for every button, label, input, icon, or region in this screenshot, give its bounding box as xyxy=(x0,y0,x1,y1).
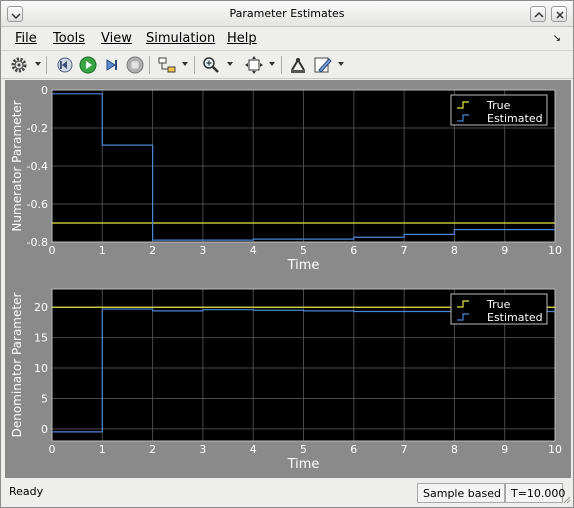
y-tick-label: -0.4 xyxy=(27,160,48,173)
y-tick-label: 0 xyxy=(41,423,48,436)
x-tick-label: 0 xyxy=(49,443,56,456)
style-icon xyxy=(314,57,332,73)
run-icon xyxy=(79,56,97,74)
step-forward-button[interactable] xyxy=(102,55,122,75)
close-button[interactable] xyxy=(551,6,567,22)
x-tick-label: 5 xyxy=(300,443,307,456)
highlight-block-button[interactable] xyxy=(157,55,177,75)
x-tick-label: 3 xyxy=(199,443,206,456)
undock-icon[interactable]: ↘ xyxy=(553,33,561,44)
status-bar: Ready Sample based T=10.000 xyxy=(1,480,573,506)
window-title: Parameter Estimates xyxy=(229,7,345,20)
menu-simulation[interactable]: Simulation xyxy=(146,31,215,46)
toolbar-separator xyxy=(194,56,195,74)
x-tick-label: 8 xyxy=(451,443,458,456)
y-tick-label: -0.8 xyxy=(27,236,48,249)
x-tick-label: 3 xyxy=(199,244,206,257)
status-mode: Sample based xyxy=(417,483,505,503)
x-tick-label: 0 xyxy=(49,244,56,257)
y-tick-label: 10 xyxy=(34,362,48,375)
highlight-block-icon xyxy=(158,57,176,73)
menu-view-label: View xyxy=(101,31,132,46)
scope-properties-button[interactable] xyxy=(289,55,309,75)
legend-label: True xyxy=(486,99,511,112)
maximize-button[interactable] xyxy=(530,6,546,22)
menu-tools[interactable]: Tools xyxy=(53,31,85,46)
x-tick-label: 10 xyxy=(548,244,562,257)
autoscale-icon xyxy=(245,56,263,74)
app-window: Parameter Estimates File Tools View Simu… xyxy=(0,0,574,508)
menu-simulation-label: Simulation xyxy=(146,31,216,46)
x-tick-label: 1 xyxy=(99,244,106,257)
highlight-dropdown-arrow[interactable] xyxy=(182,62,188,66)
toolbar-separator xyxy=(281,56,282,74)
scope-figure: 0 1 2 3 4 5 6 7 8 9 10 0 -0.2 -0.4 -0.6 -0.8 Time Numerat… xyxy=(5,80,571,478)
style-dropdown-arrow[interactable] xyxy=(338,62,344,66)
x-tick-label: 4 xyxy=(250,443,257,456)
x-tick-label: 9 xyxy=(501,443,508,456)
stop-button[interactable] xyxy=(125,55,145,75)
settings-button[interactable] xyxy=(9,55,29,75)
toolbar-separator xyxy=(46,56,47,74)
scope-plots: 0 1 2 3 4 5 6 7 8 9 100-0.2-0.4-0.6-0.8TimeNumerat… xyxy=(10,84,562,472)
x-tick-label: 9 xyxy=(501,244,508,257)
menu-help[interactable]: Help xyxy=(227,31,257,46)
scope-properties-icon xyxy=(291,58,305,73)
title-bar: Parameter Estimates xyxy=(1,1,573,27)
x-tick-label: 5 xyxy=(300,244,307,257)
toolbar xyxy=(1,51,573,79)
resize-grip-icon[interactable] xyxy=(563,496,571,504)
close-icon xyxy=(556,11,564,19)
menu-file[interactable]: File xyxy=(15,31,37,46)
menu-bar: File Tools View Simulation Help ↘ xyxy=(1,27,573,51)
x-tick-label: 6 xyxy=(350,244,357,257)
x-tick-label: 2 xyxy=(149,244,156,257)
legend-label: Estimated xyxy=(487,112,543,125)
toolbar-separator xyxy=(149,56,150,74)
autoscale-dropdown-arrow[interactable] xyxy=(269,62,275,66)
menu-help-label: Help xyxy=(227,31,257,46)
autoscale-button[interactable] xyxy=(244,55,264,75)
menu-tools-label: Tools xyxy=(53,31,86,46)
zoom-button[interactable] xyxy=(201,55,221,75)
menu-file-label: File xyxy=(15,31,37,46)
settings-dropdown-arrow[interactable] xyxy=(35,62,41,66)
legend-label: True xyxy=(486,298,511,311)
y-tick-label: 5 xyxy=(41,392,48,405)
run-button[interactable] xyxy=(78,55,98,75)
stop-icon xyxy=(126,56,144,74)
zoom-dropdown-arrow[interactable] xyxy=(227,62,233,66)
style-button[interactable] xyxy=(313,55,333,75)
status-text: Ready xyxy=(9,485,44,498)
y-axis-label: Denominator Parameter xyxy=(10,293,24,438)
step-forward-icon xyxy=(106,59,117,71)
x-tick-label: 2 xyxy=(149,443,156,456)
y-tick-label: 0 xyxy=(41,84,48,97)
gear-icon xyxy=(11,57,27,73)
status-time: T=10.000 xyxy=(505,483,565,503)
maximize-icon xyxy=(534,11,544,18)
y-axis-label: Numerator Parameter xyxy=(10,100,24,231)
step-back-icon xyxy=(57,57,73,73)
zoom-icon xyxy=(203,57,219,73)
menu-view[interactable]: View xyxy=(101,31,132,46)
x-tick-label: 10 xyxy=(548,443,562,456)
x-tick-label: 8 xyxy=(451,244,458,257)
x-tick-label: 4 xyxy=(250,244,257,257)
x-axis-label: Time xyxy=(287,258,320,273)
x-tick-label: 7 xyxy=(401,443,408,456)
x-tick-label: 1 xyxy=(99,443,106,456)
x-tick-label: 6 xyxy=(350,443,357,456)
step-back-button[interactable] xyxy=(55,55,75,75)
y-tick-label: 20 xyxy=(34,301,48,314)
legend-label: Estimated xyxy=(487,311,543,324)
x-axis-label: Time xyxy=(287,457,320,472)
y-tick-label: -0.2 xyxy=(27,122,48,135)
y-tick-label: 15 xyxy=(34,332,48,345)
x-tick-label: 7 xyxy=(401,244,408,257)
y-tick-label: -0.6 xyxy=(27,198,48,211)
